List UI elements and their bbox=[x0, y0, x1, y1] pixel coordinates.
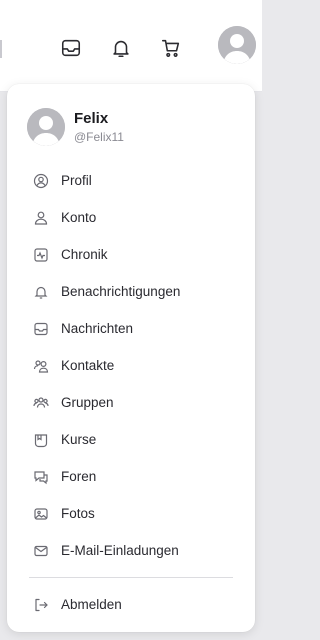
logout-button[interactable]: Abmelden bbox=[7, 586, 255, 623]
menu-item-label: Kontakte bbox=[61, 358, 115, 373]
menu-item-e-mail-einladungen[interactable]: E-Mail-Einladungen bbox=[7, 532, 255, 569]
photos-icon bbox=[33, 506, 49, 522]
activity-icon bbox=[33, 247, 49, 263]
menu-item-label: Nachrichten bbox=[61, 321, 134, 336]
menu-item-label: Gruppen bbox=[61, 395, 114, 410]
menu-item-fotos[interactable]: Fotos bbox=[7, 495, 255, 532]
group-icon bbox=[33, 395, 49, 411]
bell-icon[interactable] bbox=[109, 36, 133, 60]
menu-item-label: Kurse bbox=[61, 432, 97, 447]
menu-item-chronik[interactable]: Chronik bbox=[7, 236, 255, 273]
user-dropdown-menu: Felix @Felix11 Profil Konto Chronik Bena… bbox=[7, 84, 255, 632]
menu-item-label: E-Mail-Einladungen bbox=[61, 543, 179, 558]
menu-divider bbox=[29, 577, 233, 578]
logout-icon bbox=[33, 597, 49, 613]
users-icon bbox=[33, 358, 49, 374]
profile-header[interactable]: Felix @Felix11 bbox=[27, 106, 237, 148]
menu-item-gruppen[interactable]: Gruppen bbox=[7, 384, 255, 421]
profile-handle: @Felix11 bbox=[74, 129, 124, 144]
menu-item-label: Benachrichtigungen bbox=[61, 284, 181, 299]
forum-icon bbox=[33, 469, 49, 485]
menu-item-kontakte[interactable]: Kontakte bbox=[7, 347, 255, 384]
logout-label: Abmelden bbox=[61, 597, 122, 612]
menu-item-label: Chronik bbox=[61, 247, 108, 262]
inbox-icon[interactable] bbox=[59, 36, 83, 60]
menu-item-benachrichtigungen[interactable]: Benachrichtigungen bbox=[7, 273, 255, 310]
profile-name: Felix bbox=[74, 109, 109, 127]
top-bar bbox=[0, 0, 262, 92]
menu-item-nachrichten[interactable]: Nachrichten bbox=[7, 310, 255, 347]
menu-item-konto[interactable]: Konto bbox=[7, 199, 255, 236]
user-avatar-button[interactable] bbox=[218, 26, 256, 64]
menu-item-label: Fotos bbox=[61, 506, 95, 521]
avatar bbox=[27, 108, 65, 146]
menu-item-label: Konto bbox=[61, 210, 97, 225]
menu-item-label: Profil bbox=[61, 173, 92, 188]
menu-item-label: Foren bbox=[61, 469, 97, 484]
menu-item-kurse[interactable]: Kurse bbox=[7, 421, 255, 458]
menu-list: Profil Konto Chronik Benachrichtigungen … bbox=[7, 162, 255, 569]
user-icon bbox=[33, 210, 49, 226]
cart-icon[interactable] bbox=[159, 36, 183, 60]
bell-icon bbox=[33, 284, 49, 300]
course-icon bbox=[33, 432, 49, 448]
user-circle-icon bbox=[33, 173, 49, 189]
menu-item-profil[interactable]: Profil bbox=[7, 162, 255, 199]
search-field-edge bbox=[0, 40, 2, 58]
mail-icon bbox=[33, 543, 49, 559]
menu-item-foren[interactable]: Foren bbox=[7, 458, 255, 495]
inbox-icon bbox=[33, 321, 49, 337]
